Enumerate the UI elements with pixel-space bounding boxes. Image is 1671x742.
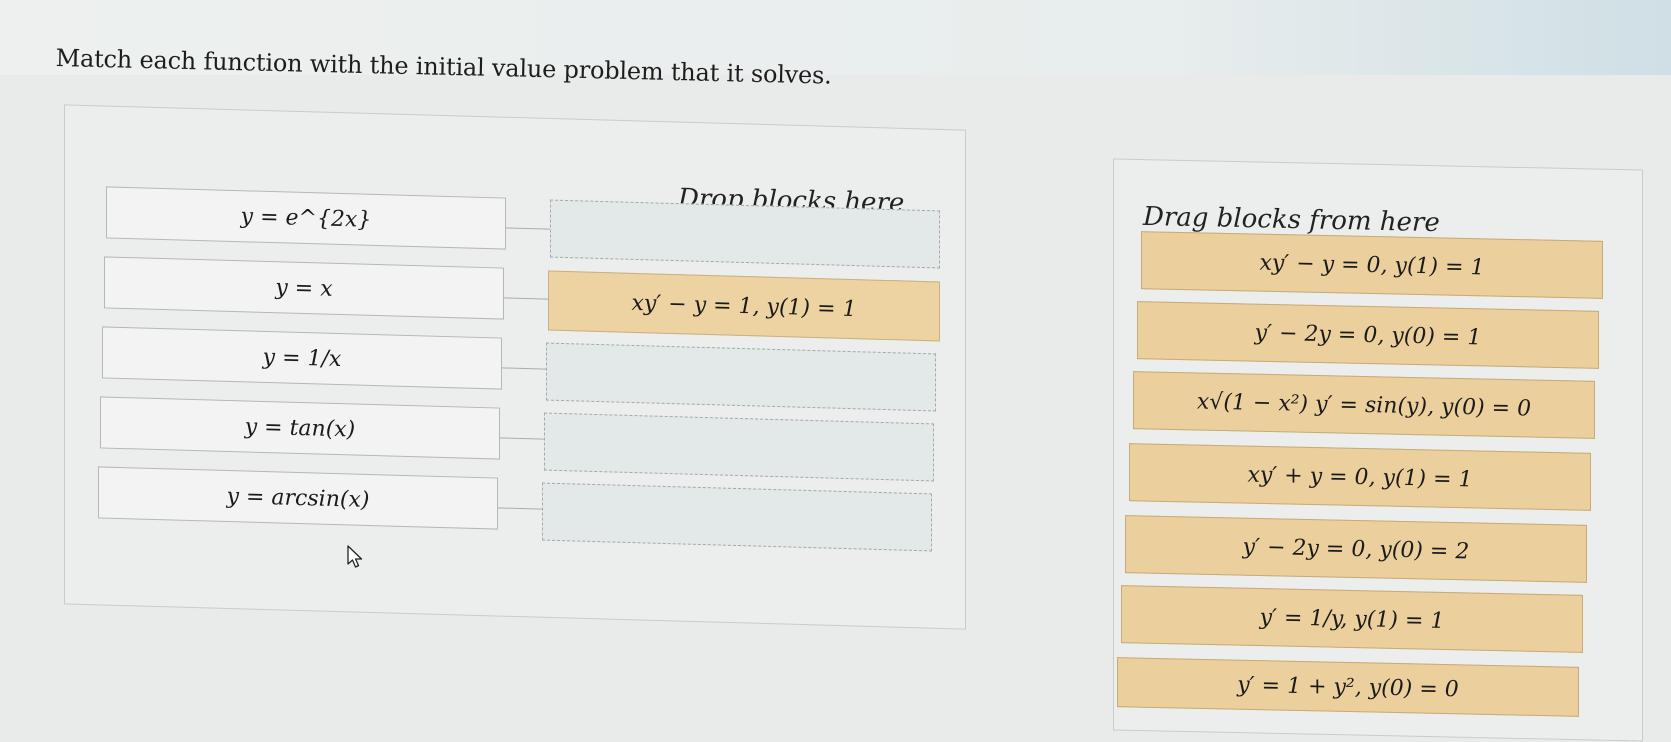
- drop-zone[interactable]: [550, 199, 940, 269]
- drop-zone[interactable]: [546, 342, 936, 412]
- function-box: y = arcsin(x): [98, 466, 498, 530]
- function-box: y = e^{2x}: [106, 186, 506, 250]
- drag-block[interactable]: xy′ + y = 0, y(1) = 1: [1129, 443, 1591, 511]
- drop-zone-filled-block[interactable]: xy′ − y = 1, y(1) = 1: [548, 270, 940, 342]
- drag-block[interactable]: y′ − 2y = 0, y(0) = 1: [1137, 301, 1599, 369]
- drag-block[interactable]: y′ − 2y = 0, y(0) = 2: [1125, 515, 1587, 583]
- function-box: y = x: [104, 256, 504, 320]
- drag-block[interactable]: xy′ − y = 0, y(1) = 1: [1141, 231, 1603, 299]
- function-label: y = tan(x): [244, 413, 356, 443]
- drop-zone[interactable]: [544, 412, 934, 482]
- block-label: y′ = 1 + y², y(0) = 0: [1237, 672, 1459, 702]
- function-box: y = 1/x: [102, 326, 502, 390]
- function-label: y = e^{2x}: [240, 203, 372, 233]
- block-label: x√(1 − x²) y′ = sin(y), y(0) = 0: [1196, 388, 1532, 421]
- drop-zone[interactable]: [542, 482, 932, 552]
- block-label: xy′ + y = 0, y(1) = 1: [1247, 462, 1473, 492]
- drag-block[interactable]: x√(1 − x²) y′ = sin(y), y(0) = 0: [1133, 371, 1595, 439]
- drag-block[interactable]: y′ = 1 + y², y(0) = 0: [1117, 657, 1579, 717]
- function-label: y = arcsin(x): [226, 483, 370, 513]
- function-label: y = 1/x: [262, 344, 342, 372]
- block-label: xy′ − y = 0, y(1) = 1: [1259, 250, 1485, 280]
- function-box: y = tan(x): [100, 396, 500, 460]
- block-label: y′ − 2y = 0, y(0) = 2: [1242, 534, 1470, 564]
- drag-block[interactable]: y′ = 1/y, y(1) = 1: [1121, 585, 1583, 653]
- mouse-cursor-icon: [347, 545, 363, 568]
- block-label: y′ = 1/y, y(1) = 1: [1259, 604, 1445, 634]
- block-label: xy′ − y = 1, y(1) = 1: [631, 290, 857, 322]
- function-label: y = x: [275, 274, 333, 302]
- block-label: y′ − 2y = 0, y(0) = 1: [1254, 320, 1482, 350]
